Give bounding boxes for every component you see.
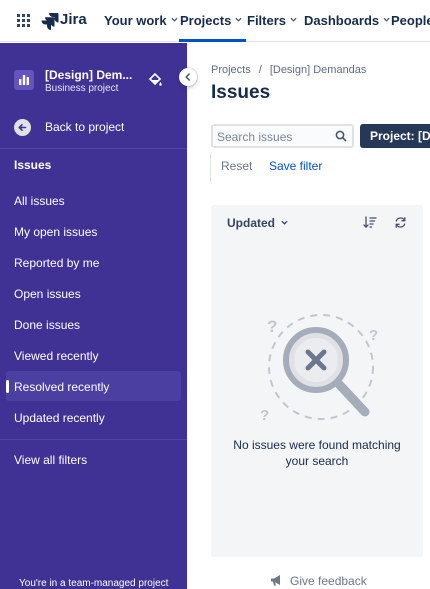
give-feedback-link[interactable]: Give feedback: [270, 574, 367, 588]
nav-people[interactable]: People: [391, 13, 430, 28]
nav-your-work[interactable]: Your work: [104, 13, 178, 28]
app-switcher-icon[interactable]: [17, 14, 30, 27]
page-title: Issues: [211, 82, 271, 103]
project-name[interactable]: [Design] Dem...: [45, 68, 132, 82]
sidebar-item-all-issues[interactable]: All issues: [6, 185, 181, 215]
sort-direction-icon[interactable]: [363, 216, 377, 229]
nav-label: Projects: [180, 13, 232, 28]
nav-dashboards[interactable]: Dashboards: [304, 13, 390, 28]
refresh-icon[interactable]: [394, 216, 407, 229]
svg-text:?: ?: [260, 407, 269, 424]
sidebar-item-my-open-issues[interactable]: My open issues: [6, 216, 181, 246]
breadcrumb-separator: /: [258, 64, 262, 76]
empty-state-message: No issues were found matching your searc…: [233, 438, 401, 468]
sort-dropdown[interactable]: Updated: [227, 216, 288, 230]
sidebar-item-viewed-recently[interactable]: Viewed recently: [6, 340, 181, 370]
bar-chart-icon: [19, 75, 29, 85]
svg-text:?: ?: [267, 317, 277, 336]
breadcrumb-project[interactable]: [Design] Demandas: [270, 64, 367, 76]
breadcrumb-projects[interactable]: Projects: [211, 64, 251, 76]
project-avatar: [14, 70, 34, 90]
back-to-project-label: Back to project: [45, 120, 125, 134]
nav-projects[interactable]: Projects: [178, 13, 247, 42]
chevron-down-icon: [383, 17, 390, 22]
sidebar-item-updated-recently[interactable]: Updated recently: [6, 402, 181, 432]
give-feedback-label: Give feedback: [290, 574, 367, 588]
collapse-sidebar-button[interactable]: [179, 68, 197, 86]
sidebar-item-reported-by-me[interactable]: Reported by me: [6, 247, 181, 277]
megaphone-icon: [271, 575, 280, 586]
chevron-down-icon: [290, 17, 297, 22]
chevron-down-icon: [281, 220, 288, 225]
breadcrumb: Projects / [Design] Demandas: [211, 64, 366, 76]
search-icon: [335, 130, 347, 142]
sidebar-item-open-issues[interactable]: Open issues: [6, 278, 181, 308]
reset-button[interactable]: Reset: [221, 159, 252, 173]
paint-bucket-icon[interactable]: [148, 72, 162, 88]
nav-label: Dashboards: [304, 13, 380, 28]
svg-text:?: ?: [369, 327, 378, 344]
chevron-left-icon: [185, 73, 190, 81]
nav-label: People: [391, 13, 430, 28]
chevron-down-icon: [235, 17, 242, 22]
project-sidebar: [Design] Dem... Business project Back to…: [0, 43, 187, 589]
jira-logo-text[interactable]: Jira: [60, 11, 87, 28]
nav-label: Filters: [247, 13, 287, 28]
top-navigation: Jira Your work Projects Filters Dashboar…: [0, 0, 430, 42]
filter-divider: [210, 154, 211, 182]
jira-logo-icon[interactable]: [41, 12, 59, 30]
project-type: Business project: [45, 83, 119, 94]
issue-list-panel: Updated ? ? ? No issues were found match…: [211, 205, 423, 557]
sidebar-divider: [0, 439, 187, 440]
no-results-illustration: ? ? ?: [260, 314, 378, 424]
sort-label: Updated: [227, 216, 275, 230]
search-field[interactable]: [211, 124, 354, 148]
sidebar-heading: Issues: [14, 158, 52, 172]
project-filter-button[interactable]: Project: [Design] Demandas: [360, 124, 430, 148]
back-arrow-icon: [14, 119, 31, 136]
sidebar-item-done-issues[interactable]: Done issues: [6, 309, 181, 339]
nav-filters[interactable]: Filters: [247, 13, 297, 28]
sidebar-item-view-all-filters[interactable]: View all filters: [6, 444, 181, 474]
sidebar-divider: [0, 148, 187, 149]
save-filter-button[interactable]: Save filter: [269, 159, 322, 173]
team-managed-note: You're in a team-managed project: [19, 578, 169, 589]
chevron-down-icon: [171, 17, 178, 22]
sidebar-item-resolved-recently[interactable]: Resolved recently: [6, 371, 181, 401]
nav-label: Your work: [104, 13, 167, 28]
search-input[interactable]: [217, 128, 327, 145]
